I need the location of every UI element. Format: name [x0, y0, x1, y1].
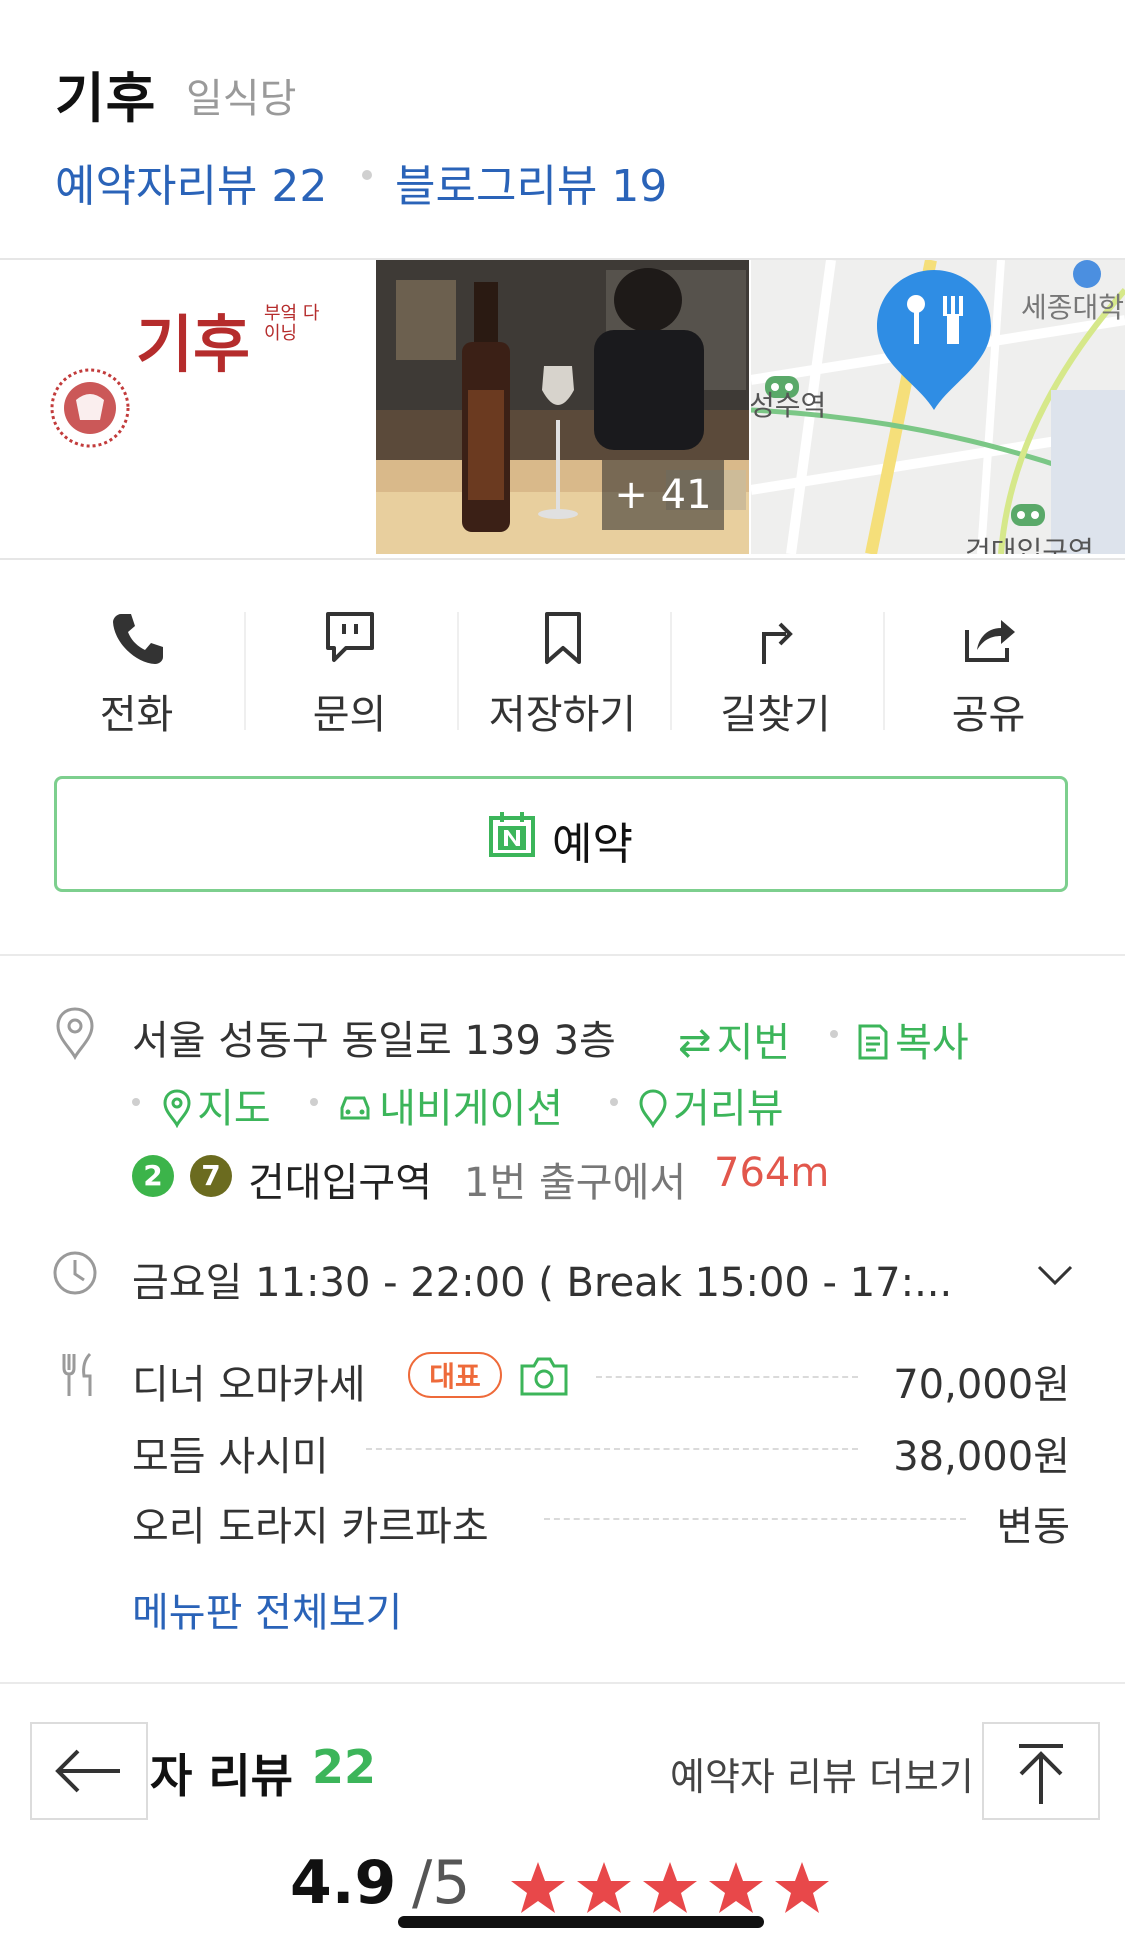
jibun-button[interactable]: ⇄ 지번: [678, 1010, 790, 1068]
subway-distance: 764m: [714, 1150, 830, 1196]
place-category: 일식당: [186, 76, 297, 122]
share-label: 공유: [951, 692, 1026, 738]
jibun-label: 지번: [716, 1020, 791, 1066]
map-button[interactable]: 지도: [162, 1076, 271, 1134]
bookmark-icon: [544, 612, 581, 664]
map-label: 지도: [197, 1086, 271, 1132]
signature-badge: 대표: [408, 1352, 502, 1398]
map-label-konkuk: 건대입구역: [965, 535, 1094, 554]
subway-station: 건대입구역: [248, 1160, 432, 1206]
fork-knife-icon: [62, 1352, 92, 1396]
save-label: 저장하기: [488, 692, 637, 738]
business-hours[interactable]: 금요일 11:30 - 22:00 ( Break 15:00 - 17:...: [132, 1250, 952, 1308]
star-icon: [709, 1862, 763, 1913]
inquiry-button[interactable]: 문의: [243, 600, 456, 740]
navigation-button[interactable]: 내비게이션: [336, 1076, 563, 1134]
chevron-down-icon[interactable]: [1036, 1262, 1074, 1288]
review-section-title: 자 리뷰: [150, 1749, 293, 1803]
chat-icon: [325, 612, 374, 662]
star-icon: [511, 1862, 565, 1913]
directions-icon: [761, 622, 793, 664]
rating-max: /5: [412, 1848, 471, 1918]
rating-score: 4.9: [290, 1848, 397, 1918]
back-button[interactable]: [30, 1722, 148, 1820]
star-icon: [643, 1862, 697, 1913]
streetview-label: 거리뷰: [673, 1086, 784, 1132]
camera-icon[interactable]: [518, 1354, 570, 1398]
car-icon: [340, 1096, 370, 1120]
copy-icon: [858, 1024, 888, 1060]
streetview-button[interactable]: 거리뷰: [638, 1076, 784, 1134]
photo-count[interactable]: + 41: [602, 460, 724, 530]
booking-review-link[interactable]: 예약자리뷰 22: [55, 150, 327, 214]
share-icon: [964, 620, 1015, 662]
separator-dot: [610, 1098, 618, 1106]
save-button[interactable]: 저장하기: [456, 600, 669, 740]
separator-dot: [132, 1098, 140, 1106]
streetview-pin-icon: [639, 1089, 667, 1129]
review-count: 22: [312, 1740, 377, 1794]
naver-booking-icon: [488, 810, 536, 858]
address-text: 서울 성동구 동일로 139 3층: [132, 1018, 616, 1064]
star-icon: [577, 1862, 631, 1913]
menu-item-price: 70,000원: [893, 1362, 1070, 1408]
menu-item-name: 오리 도라지 카르파초: [132, 1504, 489, 1550]
clock-icon: [53, 1251, 97, 1295]
price-leader: [596, 1376, 858, 1378]
scroll-top-button[interactable]: [982, 1722, 1100, 1820]
menu-item-name: 모듬 사시미: [132, 1434, 329, 1480]
location-pin-icon: [56, 1007, 94, 1060]
menu-item-price: 38,000원: [893, 1434, 1070, 1480]
price-leader: [544, 1518, 966, 1520]
blog-review-link[interactable]: 블로그리뷰 19: [395, 150, 667, 214]
reserve-label: 예약: [552, 819, 633, 870]
arrow-up-icon: [1019, 1744, 1063, 1804]
logo-text: 기후: [136, 308, 251, 381]
directions-label: 길찾기: [720, 692, 831, 738]
star-icon: [775, 1862, 829, 1913]
menu-item-price: 변동: [996, 1504, 1070, 1550]
place-name: 기후: [55, 67, 157, 130]
share-button[interactable]: 공유: [882, 600, 1095, 740]
arrow-left-icon: [55, 1749, 120, 1793]
copy-button[interactable]: 복사: [856, 1010, 969, 1068]
subway-line-7-badge: 7: [190, 1155, 232, 1197]
subway-exit: 1번 출구에서: [464, 1160, 687, 1206]
more-reviews-link[interactable]: 예약자 리뷰 더보기: [670, 1746, 974, 1801]
subway-line-2-badge: 2: [132, 1155, 174, 1197]
logo-subtext: 부엌 다이닝: [264, 303, 320, 344]
star-rating: [511, 1862, 829, 1913]
map-label-sejong: 세종대학: [1021, 291, 1125, 324]
separator-dot: [310, 1098, 318, 1106]
phone-icon: [112, 614, 163, 664]
call-label: 전화: [99, 692, 174, 738]
section-divider: [0, 954, 1125, 956]
price-leader: [366, 1448, 858, 1450]
map-label-seongsu: 성수역: [751, 389, 827, 422]
separator-dot: [362, 170, 372, 180]
call-button[interactable]: 전화: [30, 600, 243, 740]
copy-label: 복사: [895, 1020, 969, 1066]
menu-item-name: 디너 오마카세: [132, 1362, 366, 1408]
swap-icon: ⇄: [678, 1020, 712, 1066]
map-thumbnail[interactable]: 세종대학 성수역 건대입구역: [751, 260, 1125, 554]
view-full-menu-link[interactable]: 메뉴판 전체보기: [132, 1580, 402, 1638]
directions-button[interactable]: 길찾기: [669, 600, 882, 740]
map-pin-icon: [163, 1089, 191, 1129]
inquiry-label: 문의: [312, 692, 387, 738]
restaurant-logo[interactable]: 기후 부엌 다이닝: [0, 260, 374, 554]
navigation-label: 내비게이션: [379, 1086, 564, 1132]
section-divider: [0, 1682, 1125, 1684]
separator-dot: [830, 1030, 838, 1038]
home-indicator: [398, 1916, 764, 1928]
